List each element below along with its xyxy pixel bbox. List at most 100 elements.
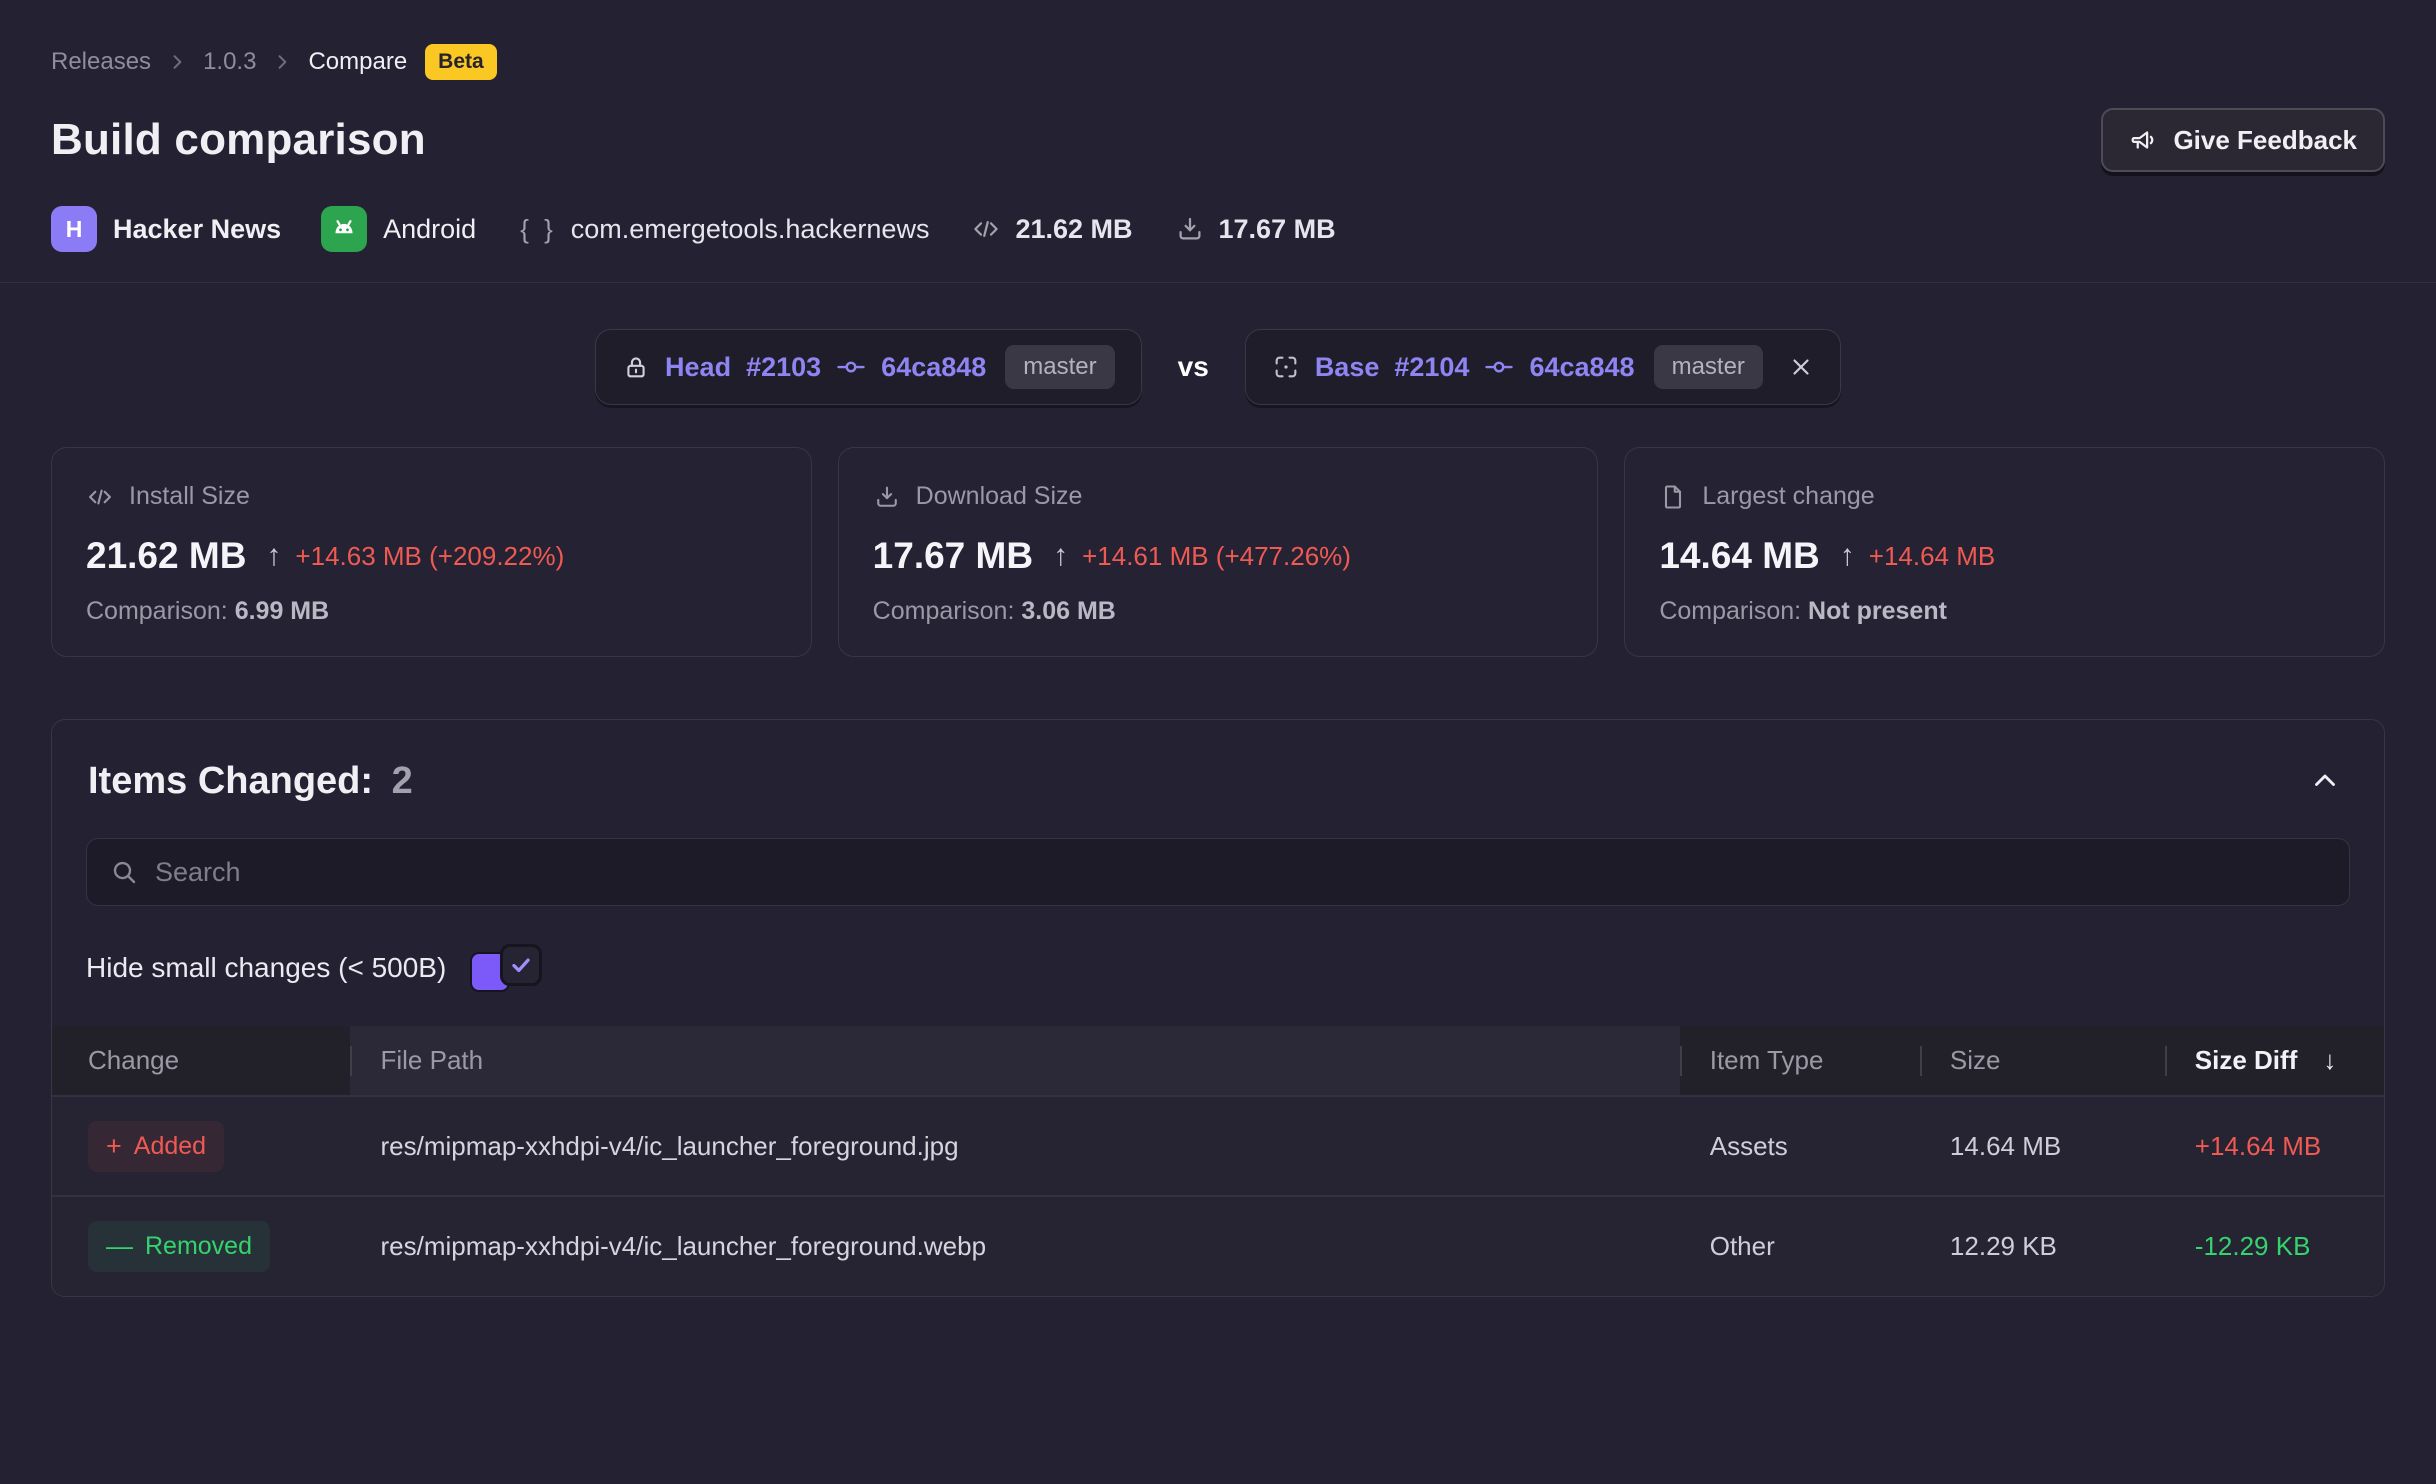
card-value: 17.67 MB: [873, 535, 1033, 577]
change-label: Removed: [145, 1232, 252, 1261]
item-type-cell: Assets: [1680, 1096, 1920, 1196]
braces-icon: { }: [520, 214, 557, 245]
table-row[interactable]: + Added res/mipmap-xxhdpi-v4/ic_launcher…: [52, 1096, 2384, 1196]
item-type-cell: Other: [1680, 1196, 1920, 1296]
removed-badge: — Removed: [88, 1221, 270, 1272]
items-changed-label: Items Changed:: [88, 760, 373, 802]
download-size-value: 17.67 MB: [1219, 214, 1336, 245]
install-size-value: 21.62 MB: [1015, 214, 1132, 245]
items-changed-count: 2: [392, 760, 413, 802]
column-header-file-path[interactable]: File Path: [350, 1026, 1679, 1096]
chevron-right-icon: [272, 52, 292, 72]
app-summary-row: H Hacker News Android { } com.emergetool…: [51, 206, 2385, 252]
lock-icon: [622, 353, 650, 381]
android-icon: [321, 206, 367, 252]
page-header: Releases 1.0.3 Compare Beta Build compar…: [0, 0, 2436, 283]
card-diff: +14.64 MB: [1869, 541, 1995, 572]
compare-selector-row: Head #2103 64ca848 master vs Base #2104 …: [0, 329, 2436, 405]
largest-change-card: Largest change 14.64 MB ↑ +14.64 MB Comp…: [1624, 447, 2385, 657]
comparison-value: 3.06 MB: [1021, 597, 1115, 625]
platform-name: Android: [383, 214, 476, 245]
download-size-card: Download Size 17.67 MB ↑ +14.61 MB (+477…: [838, 447, 1599, 657]
head-branch-badge: master: [1005, 345, 1114, 389]
search-input[interactable]: [155, 857, 2327, 888]
checkbox-box: [500, 944, 542, 986]
commit-icon: [836, 352, 866, 382]
size-cell: 12.29 KB: [1920, 1196, 2165, 1296]
code-icon: [86, 483, 114, 511]
comparison-value: 6.99 MB: [235, 597, 329, 625]
size-diff-cell: +14.64 MB: [2165, 1096, 2384, 1196]
comparison-label: Comparison:: [873, 597, 1015, 625]
card-diff: +14.63 MB (+209.22%): [295, 541, 564, 572]
app-avatar: H: [51, 206, 97, 252]
items-changed-table: Change File Path Item Type Size Size Dif…: [52, 1026, 2384, 1296]
search-bar[interactable]: [86, 838, 2350, 906]
vs-label: vs: [1178, 351, 1209, 383]
close-icon[interactable]: [1788, 354, 1814, 380]
head-commit-sha: 64ca848: [881, 352, 986, 383]
head-build-pill[interactable]: Head #2103 64ca848 master: [595, 329, 1142, 405]
beta-badge: Beta: [425, 44, 497, 80]
check-icon: [508, 952, 534, 978]
head-label: Head: [665, 352, 731, 383]
items-changed-panel: Items Changed: 2 Hide small changes (< 5…: [51, 719, 2385, 1297]
comparison-label: Comparison:: [86, 597, 228, 625]
app-name: Hacker News: [113, 214, 281, 245]
scan-icon: [1272, 353, 1300, 381]
sort-desc-icon[interactable]: ↓: [2323, 1045, 2336, 1076]
change-label: Added: [134, 1132, 206, 1161]
arrow-up-icon: ↑: [1053, 539, 1068, 573]
hide-small-changes-checkbox[interactable]: [470, 942, 550, 994]
package-id: { } com.emergetools.hackernews: [520, 214, 929, 245]
arrow-up-icon: ↑: [266, 539, 281, 573]
package-name: com.emergetools.hackernews: [571, 214, 930, 245]
megaphone-icon: [2129, 125, 2159, 155]
base-commit-sha: 64ca848: [1529, 352, 1634, 383]
column-header-size-diff[interactable]: Size Diff ↓: [2165, 1026, 2384, 1096]
breadcrumb: Releases 1.0.3 Compare Beta: [51, 44, 2385, 80]
breadcrumb-version[interactable]: 1.0.3: [203, 48, 256, 76]
install-size-card: Install Size 21.62 MB ↑ +14.63 MB (+209.…: [51, 447, 812, 657]
card-value: 21.62 MB: [86, 535, 246, 577]
card-label: Install Size: [129, 482, 250, 511]
items-changed-title: Items Changed: 2: [88, 760, 413, 803]
give-feedback-button[interactable]: Give Feedback: [2101, 108, 2385, 172]
column-header-size[interactable]: Size: [1920, 1026, 2165, 1096]
install-size-summary: 21.62 MB: [971, 214, 1132, 245]
card-value: 14.64 MB: [1659, 535, 1819, 577]
added-badge: + Added: [88, 1121, 224, 1172]
chevron-right-icon: [167, 52, 187, 72]
stat-cards-row: Install Size 21.62 MB ↑ +14.63 MB (+209.…: [0, 447, 2436, 657]
comparison-value: Not present: [1808, 597, 1947, 625]
file-icon: [1659, 483, 1687, 511]
breadcrumb-releases[interactable]: Releases: [51, 48, 151, 76]
breadcrumb-compare: Compare: [308, 48, 407, 76]
download-size-summary: 17.67 MB: [1175, 214, 1336, 245]
table-header-row: Change File Path Item Type Size Size Dif…: [52, 1026, 2384, 1096]
card-diff: +14.61 MB (+477.26%): [1082, 541, 1351, 572]
chevron-up-icon: [2308, 764, 2342, 798]
minus-icon: —: [106, 1231, 133, 1262]
plus-icon: +: [106, 1131, 122, 1162]
base-branch-badge: master: [1654, 345, 1763, 389]
base-build-number: #2104: [1394, 352, 1469, 383]
card-label: Largest change: [1702, 482, 1874, 511]
head-build-number: #2103: [746, 352, 821, 383]
column-header-item-type[interactable]: Item Type: [1680, 1026, 1920, 1096]
base-label: Base: [1315, 352, 1380, 383]
hide-small-changes-label: Hide small changes (< 500B): [86, 952, 446, 984]
size-diff-cell: -12.29 KB: [2165, 1196, 2384, 1296]
size-diff-header-label: Size Diff: [2195, 1045, 2298, 1076]
search-icon: [109, 857, 139, 887]
table-row[interactable]: — Removed res/mipmap-xxhdpi-v4/ic_launch…: [52, 1196, 2384, 1296]
comparison-label: Comparison:: [1659, 597, 1801, 625]
file-path-cell: res/mipmap-xxhdpi-v4/ic_launcher_foregro…: [350, 1196, 1679, 1296]
column-header-change[interactable]: Change: [52, 1026, 350, 1096]
file-path-cell: res/mipmap-xxhdpi-v4/ic_launcher_foregro…: [350, 1096, 1679, 1196]
give-feedback-label: Give Feedback: [2173, 125, 2357, 156]
code-icon: [971, 214, 1001, 244]
base-build-pill[interactable]: Base #2104 64ca848 master: [1245, 329, 1841, 405]
collapse-section-button[interactable]: [2302, 758, 2348, 804]
download-icon: [873, 483, 901, 511]
